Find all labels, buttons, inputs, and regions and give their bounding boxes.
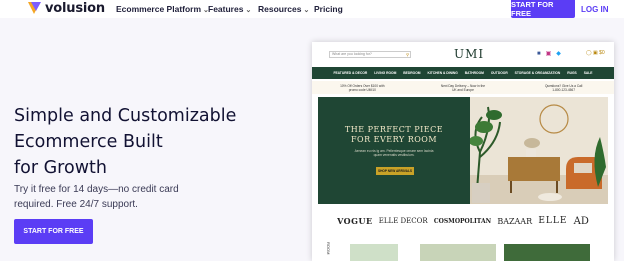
- preview-menu-item: FEATURED & DECOR: [333, 71, 368, 75]
- preview-hero-image: [470, 97, 608, 204]
- preview-thumbnail: [420, 244, 496, 261]
- brand-name: volusion: [45, 1, 105, 16]
- preview-promo: 10% Off Orders Over $100 with promo code …: [340, 83, 385, 92]
- preview-promo-bar: 10% Off Orders Over $100 with promo code …: [312, 81, 614, 94]
- preview-account-cart: ◯ ▣ $0: [586, 50, 605, 56]
- preview-press-logos: VOGUE ELLE DECOR COSMOPOLITAN BAZAAR ELL…: [312, 213, 614, 229]
- nav-features[interactable]: Features ⌄: [208, 4, 251, 14]
- preview-promo: Next Day Delivery – Now in the UK and Eur…: [440, 83, 486, 92]
- press-logo-elle-decor: ELLE DECOR: [378, 217, 428, 225]
- preview-hero-title: THE PERFECT PIECE FOR EVERY ROOM: [344, 125, 444, 144]
- search-icon: ⚲: [406, 52, 409, 57]
- preview-brand: UMI: [454, 47, 485, 61]
- preview-search-input: What are you looking for? ⚲: [329, 51, 411, 58]
- press-logo-ad: AD: [573, 215, 589, 227]
- login-link[interactable]: LOG IN: [581, 5, 609, 14]
- press-logo-vogue: VOGUE: [337, 216, 373, 226]
- preview-thumbnail: [350, 244, 398, 261]
- preview-menu-item: BEDROOM: [403, 71, 421, 75]
- hero-subtitle: Try it free for 14 days—no credit card r…: [14, 184, 179, 210]
- start-free-hero-button[interactable]: START FOR FREE: [14, 219, 93, 244]
- preview-room-label: ROOM: [326, 242, 331, 255]
- twitter-icon: ◆: [556, 51, 561, 57]
- preview-menu-item: KITCHEN & DINING: [427, 71, 458, 75]
- press-logo-elle: ELLE: [538, 216, 568, 226]
- preview-hero-banner: THE PERFECT PIECE FOR EVERY ROOM Aenean …: [318, 97, 470, 204]
- nav-ecommerce-platform[interactable]: Ecommerce Platform ⌄: [116, 4, 209, 14]
- cart-icon: ▣: [593, 50, 598, 56]
- press-logo-cosmopolitan: COSMOPOLITAN: [433, 217, 492, 225]
- hero-title: Simple and Customizable Ecommerce Built …: [14, 106, 237, 178]
- press-logo-bazaar: BAZAAR: [497, 216, 533, 226]
- preview-menu-item: RUGS: [567, 71, 577, 75]
- preview-menu-item: BATHROOM: [464, 71, 484, 75]
- preview-menu-item: LIVING ROOM: [374, 71, 397, 75]
- preview-menu-item: OUTDOOR: [490, 71, 508, 75]
- preview-menu-item: SALE: [583, 71, 593, 75]
- top-nav: volusion Ecommerce Platform ⌄ Features ⌄ R…: [0, 0, 624, 18]
- preview-promo: Questions? Give Us a Call 1-800-123-4567: [544, 83, 583, 92]
- chevron-down-icon: ⌄: [303, 7, 310, 14]
- user-icon: ◯: [586, 50, 592, 56]
- preview-menu: FEATURED & DECOR LIVING ROOM BEDROOM KIT…: [312, 67, 614, 79]
- start-free-nav-button[interactable]: START FOR FREE: [511, 0, 575, 18]
- nav-resources[interactable]: Resources ⌄: [258, 4, 309, 14]
- preview-hero-description: Aenean eu nis ig am. Pellentesque ornare…: [354, 149, 434, 157]
- volusion-logo[interactable]: volusion: [28, 1, 105, 16]
- facebook-icon: ■: [537, 51, 541, 57]
- nav-pricing[interactable]: Pricing: [314, 4, 343, 14]
- cart-count: $0: [599, 50, 605, 56]
- volusion-logo-icon: [28, 2, 41, 15]
- preview-social-icons: ■ ▣ ◆: [537, 50, 566, 57]
- preview-menu-item: STORAGE & ORGANIZATION: [514, 71, 561, 75]
- preview-shop-button: SHOP NEW ARRIVALS: [376, 167, 414, 175]
- preview-thumbnail: [504, 244, 590, 261]
- instagram-icon: ▣: [545, 51, 552, 57]
- chevron-down-icon: ⌄: [245, 7, 252, 14]
- store-preview: What are you looking for? ⚲ UMI ■ ▣ ◆ ◯ ▣ …: [312, 42, 614, 261]
